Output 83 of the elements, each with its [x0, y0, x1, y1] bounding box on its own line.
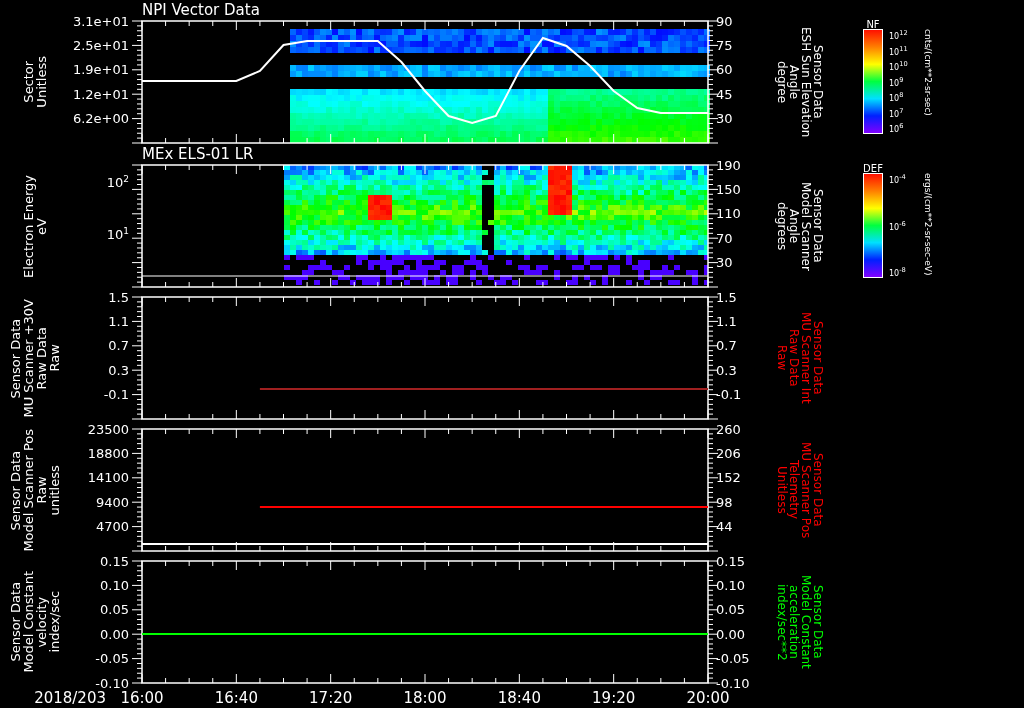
tick-label: 0.15 — [716, 553, 745, 569]
colorbar-tick-label: 10$^{8}$ — [889, 91, 904, 103]
tick-label: 70 — [716, 230, 733, 246]
tick-label: -0.05 — [716, 651, 750, 667]
colorbar-tick-label: 10$^{11}$ — [889, 44, 908, 57]
axis-label: Electron Energy eV — [22, 174, 48, 278]
tick-label: 60 — [716, 62, 733, 78]
tick-label: 110 — [716, 206, 741, 222]
tick-label: 0.00 — [100, 626, 129, 642]
tick-label: 2.5e+01 — [72, 37, 129, 53]
axis-label: Sensor Data Model Constant acceleration index/sec**2 — [776, 575, 824, 669]
tick-label: 23500 — [87, 421, 129, 437]
colorbar-unit: ergs/(cm**2-sr-sec-eV) — [923, 173, 933, 276]
tick-label: 0.05 — [716, 602, 745, 618]
tick-label: 1.9e+01 — [72, 62, 129, 78]
axis-label: Sensor Data Model Scanner Pos Raw unitless — [9, 428, 61, 552]
axis-label: Sensor Data MU Scanner Int Raw Data Raw — [776, 312, 824, 404]
tick-label: 30 — [716, 255, 733, 271]
axis-label: Sensor Data MU Scanner +30V Raw Data Raw — [9, 298, 61, 418]
tick-label: 152 — [716, 470, 741, 486]
date-label: 2018/203 — [34, 689, 106, 707]
axis-label: Sensor Data Model Scanner Angle degrees — [776, 181, 824, 271]
colorbar-tick-label: 10$^{-8}$ — [889, 266, 906, 278]
tick-label: 44 — [716, 519, 733, 535]
colorbar-title: NF — [865, 21, 881, 29]
axis-label: Sensor Data ESH Sun Elevation Angle degree — [776, 26, 824, 138]
tick-label: 3.1e+01 — [72, 13, 129, 29]
tick-label: 1.1 — [108, 313, 129, 329]
colorbar-title: DEF — [863, 165, 883, 173]
tick-label: 206 — [716, 445, 741, 461]
tick-label: 0.00 — [716, 626, 745, 642]
colorbar-tick-label: 10$^{7}$ — [889, 106, 904, 119]
time-label: 17:20 — [309, 689, 353, 707]
time-label: 16:40 — [214, 689, 258, 707]
tick-label: 0.7 — [716, 338, 737, 354]
tick-label: 1.1 — [716, 313, 737, 329]
tick-label: 1.5 — [716, 289, 737, 305]
tick-label: 1.5 — [108, 289, 129, 305]
time-label: 20:00 — [686, 689, 730, 707]
axis-label: Sector Unitless — [22, 56, 48, 108]
tick-label: 6.2e+00 — [72, 111, 129, 127]
tick-label: 0.10 — [716, 577, 745, 593]
time-label: 18:00 — [403, 689, 447, 707]
tick-label: 150 — [716, 181, 741, 197]
axis-label: Sensor Data MU Scanner Pos Telemetry Unitless — [776, 441, 824, 539]
tick-label: 260 — [716, 421, 741, 437]
tick-label: 18800 — [87, 445, 129, 461]
tick-label: -0.10 — [95, 675, 129, 691]
colorbar-tick-label: 10$^{10}$ — [889, 60, 908, 72]
tick-label: 45 — [716, 86, 733, 102]
time-label: 16:00 — [120, 689, 164, 707]
tick-label: -0.10 — [716, 675, 750, 691]
colorbar-tick-label: 10$^{12}$ — [889, 29, 908, 41]
time-label: 19:20 — [592, 689, 636, 707]
tick-label: 0.3 — [108, 362, 129, 378]
tick-label: 0.05 — [100, 602, 129, 618]
panel-title: NPI Vector Data — [142, 0, 260, 21]
tick-label: -0.1 — [103, 387, 129, 403]
colorbar-tick-label: 10$^{9}$ — [889, 75, 904, 88]
colorbar-tick-label: 10$^{-6}$ — [889, 219, 906, 232]
tick-label: -0.1 — [716, 387, 742, 403]
colorbar-tick-label: 10$^{-4}$ — [889, 173, 906, 185]
panel-title: MEx ELS-01 LR — [142, 144, 254, 165]
axis-label: Sensor Data Model Constant velocity index/sec — [9, 571, 61, 673]
tick-label: 1.2e+01 — [72, 86, 129, 102]
tick-label: 190 — [716, 157, 741, 173]
tick-label: 10$^{2}$ — [106, 173, 129, 190]
tick-label: 98 — [716, 494, 733, 510]
tick-label: 10$^{1}$ — [106, 225, 129, 242]
tick-label: 0.10 — [100, 577, 129, 593]
tick-label: 4700 — [95, 519, 129, 535]
colorbar-unit: cnts/(cm**2-sr-sec) — [923, 29, 933, 116]
tick-label: 0.15 — [100, 553, 129, 569]
tick-label: 9400 — [95, 494, 129, 510]
tick-label: 0.3 — [716, 362, 737, 378]
tick-label: 75 — [716, 37, 733, 53]
tick-label: 14100 — [87, 470, 129, 486]
tick-label: 90 — [716, 13, 733, 29]
tick-label: 30 — [716, 111, 733, 127]
time-label: 18:40 — [497, 689, 541, 707]
tick-label: -0.05 — [95, 651, 129, 667]
colorbar-tick-label: 10$^{6}$ — [889, 122, 904, 134]
tick-label: 0.7 — [108, 338, 129, 354]
